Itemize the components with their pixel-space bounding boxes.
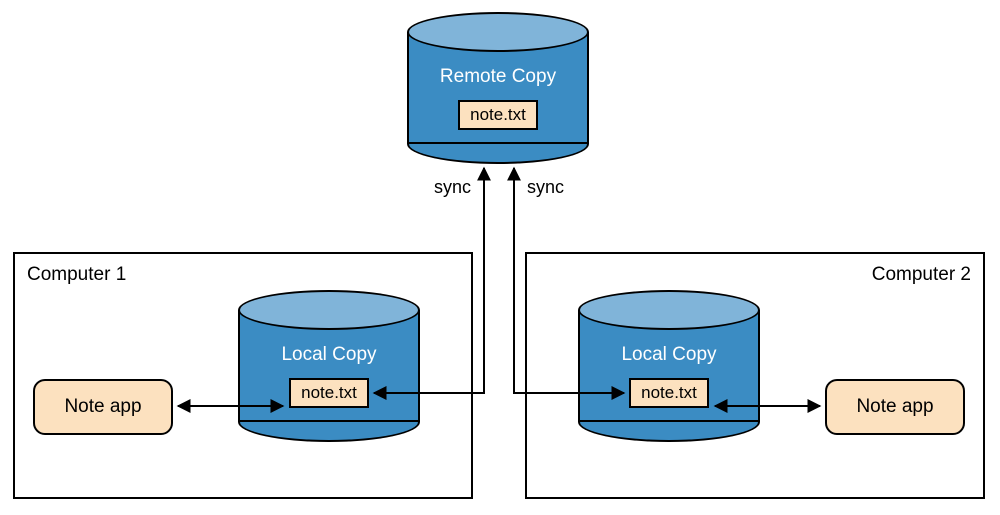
remote-db-title: Remote Copy [407,66,589,88]
remote-file-badge: note.txt [458,100,538,130]
note-app-2: Note app [825,379,965,435]
local-db-2: Local Copy note.txt [578,290,760,442]
computer-1-label: Computer 1 [27,264,126,286]
local-file-2-badge: note.txt [629,378,709,408]
local-db-2-title: Local Copy [578,344,760,366]
local-db-1-title: Local Copy [238,344,420,366]
computer-2-label: Computer 2 [872,264,971,286]
sync-label-1: sync [434,177,471,198]
local-db-1: Local Copy note.txt [238,290,420,442]
sync-label-2: sync [527,177,564,198]
note-app-1: Note app [33,379,173,435]
remote-db: Remote Copy note.txt [407,12,589,164]
local-file-1-badge: note.txt [289,378,369,408]
